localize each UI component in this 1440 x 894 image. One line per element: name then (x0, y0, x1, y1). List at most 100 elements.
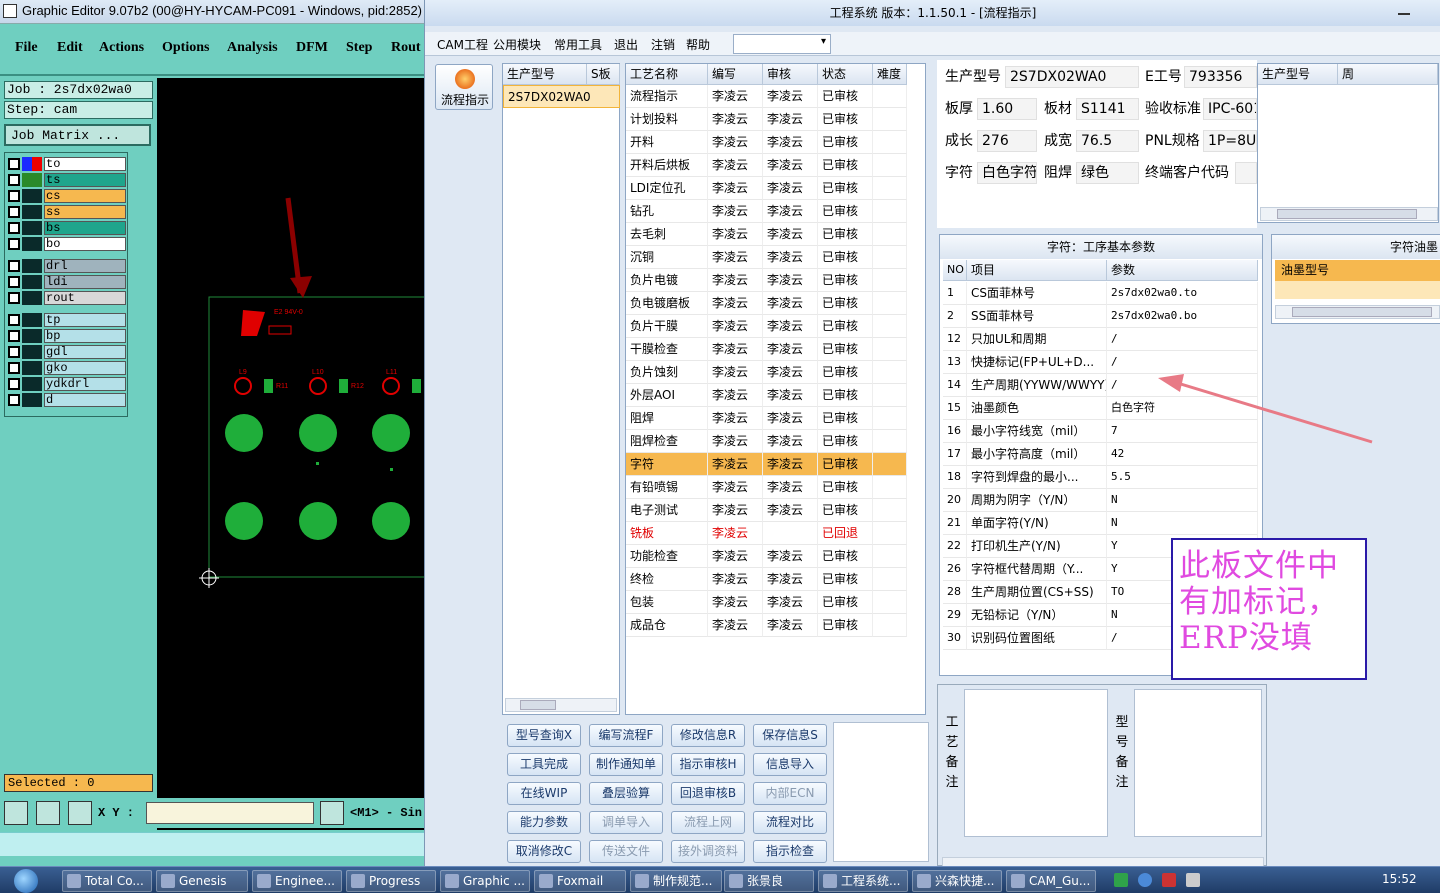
param-item[interactable]: 最小字符线宽（mil） (967, 420, 1107, 443)
process-cell[interactable]: 已审核 (818, 453, 873, 476)
param-no[interactable]: 22 (943, 535, 967, 558)
process-cell[interactable]: 李凌云 (763, 223, 818, 246)
process-cell[interactable]: 李凌云 (708, 246, 763, 269)
process-cell[interactable]: 已审核 (818, 499, 873, 522)
layer-row-bs[interactable]: bs (8, 221, 126, 235)
process-cell[interactable] (873, 407, 907, 430)
process-remark-field[interactable] (964, 689, 1108, 837)
process-cell[interactable]: 铣板 (626, 522, 708, 545)
process-cell[interactable] (873, 292, 907, 315)
process-cell[interactable] (873, 246, 907, 269)
process-cell[interactable] (873, 85, 907, 108)
process-cell[interactable]: 李凌云 (763, 315, 818, 338)
ink-row[interactable] (1275, 281, 1440, 299)
layer-row-bo[interactable]: bo (8, 237, 126, 251)
process-cell[interactable] (873, 591, 907, 614)
process-cell[interactable]: 干膜检查 (626, 338, 708, 361)
param-no[interactable]: 1 (943, 282, 967, 305)
col-side-model[interactable]: 生产型号 (1258, 64, 1338, 85)
action-button[interactable]: 叠层验算 (589, 782, 663, 805)
process-guide-button[interactable]: 流程指示 (435, 64, 493, 110)
process-cell[interactable]: 已审核 (818, 407, 873, 430)
param-no[interactable]: 15 (943, 397, 967, 420)
param-no[interactable]: 29 (943, 604, 967, 627)
process-cell[interactable]: 开料 (626, 131, 708, 154)
param-value[interactable]: N (1107, 512, 1258, 535)
mask-value[interactable]: 绿色 (1076, 162, 1139, 184)
process-cell[interactable]: 已审核 (818, 430, 873, 453)
param-no[interactable]: 21 (943, 512, 967, 535)
start-button[interactable] (2, 867, 46, 894)
col-param[interactable]: 参数 (1107, 260, 1258, 281)
process-cell[interactable]: 终检 (626, 568, 708, 591)
param-no[interactable]: 14 (943, 374, 967, 397)
action-button[interactable]: 保存信息S (753, 724, 827, 747)
process-cell[interactable]: 李凌云 (763, 614, 818, 637)
process-cell[interactable] (873, 430, 907, 453)
process-cell[interactable]: 李凌云 (708, 315, 763, 338)
process-cell[interactable]: 李凌云 (708, 591, 763, 614)
taskbar-item[interactable]: 张景良 (724, 870, 814, 892)
layer-checkbox[interactable] (8, 330, 20, 342)
process-cell[interactable]: 已审核 (818, 568, 873, 591)
process-cell[interactable] (873, 545, 907, 568)
col-model[interactable]: 生产型号 (503, 64, 587, 85)
param-item[interactable]: 单面字符(Y/N) (967, 512, 1107, 535)
tray-volume-icon[interactable] (1186, 873, 1200, 887)
process-cell[interactable]: 计划投料 (626, 108, 708, 131)
param-item[interactable]: 最小字符高度（mil） (967, 443, 1107, 466)
action-button[interactable]: 制作通知单 (589, 753, 663, 776)
process-cell[interactable]: 已审核 (818, 223, 873, 246)
layer-row-to[interactable]: to (8, 157, 126, 171)
process-cell[interactable]: 开料后烘板 (626, 154, 708, 177)
clock[interactable]: 15:52 (1382, 872, 1417, 886)
process-cell[interactable]: 已审核 (818, 338, 873, 361)
process-cell[interactable]: 有铅喷锡 (626, 476, 708, 499)
process-cell[interactable]: 李凌云 (763, 384, 818, 407)
pnl-value[interactable]: 1P=8U (1203, 130, 1257, 152)
col-reviewer[interactable]: 审核 (763, 64, 818, 85)
process-cell[interactable]: 李凌云 (763, 407, 818, 430)
zoom-icon[interactable] (4, 801, 28, 825)
process-cell[interactable]: 阻焊 (626, 407, 708, 430)
process-cell[interactable] (873, 499, 907, 522)
process-cell[interactable]: 李凌云 (763, 154, 818, 177)
process-cell[interactable]: 字符 (626, 453, 708, 476)
command-line[interactable] (0, 832, 426, 856)
process-cell[interactable]: 去毛刺 (626, 223, 708, 246)
process-cell[interactable]: 已审核 (818, 614, 873, 637)
customer-value[interactable] (1235, 162, 1257, 184)
tray-app-icon[interactable] (1114, 873, 1128, 887)
scroll-thumb[interactable] (520, 700, 556, 710)
process-cell[interactable]: 李凌云 (708, 338, 763, 361)
process-cell[interactable] (873, 476, 907, 499)
layer-row-rout[interactable]: rout (8, 291, 126, 305)
param-value[interactable]: / (1107, 328, 1258, 351)
taskbar-item[interactable]: Total Co... (62, 870, 152, 892)
param-value[interactable]: N (1107, 489, 1258, 512)
process-cell[interactable]: 李凌云 (708, 614, 763, 637)
action-button[interactable]: 信息导入 (753, 753, 827, 776)
process-cell[interactable]: 李凌云 (708, 269, 763, 292)
taskbar-item[interactable]: 兴森快捷... (912, 870, 1002, 892)
process-cell[interactable]: 已审核 (818, 269, 873, 292)
process-cell[interactable]: 负片电镀 (626, 269, 708, 292)
menu-cam[interactable]: CAM工程 (437, 36, 488, 53)
taskbar-item[interactable]: 制作规范... (630, 870, 722, 892)
process-cell[interactable]: 李凌云 (708, 361, 763, 384)
layer-checkbox[interactable] (8, 158, 20, 170)
param-no[interactable]: 13 (943, 351, 967, 374)
measure-icon[interactable] (36, 801, 60, 825)
process-cell[interactable]: 李凌云 (708, 453, 763, 476)
action-button[interactable]: 接外调资料 (671, 840, 745, 863)
param-value[interactable]: 2s7dx02wa0.bo (1107, 305, 1258, 328)
tray-security-icon[interactable] (1162, 873, 1176, 887)
taskbar-item[interactable]: Genesis (156, 870, 248, 892)
param-item[interactable]: 快捷标记(FP+UL+D... (967, 351, 1107, 374)
process-cell[interactable]: 李凌云 (708, 85, 763, 108)
taskbar-item[interactable]: Graphic ... (440, 870, 530, 892)
thickness-value[interactable]: 1.60 (977, 98, 1037, 120)
param-no[interactable]: 20 (943, 489, 967, 512)
process-cell[interactable] (873, 223, 907, 246)
process-cell[interactable] (873, 269, 907, 292)
